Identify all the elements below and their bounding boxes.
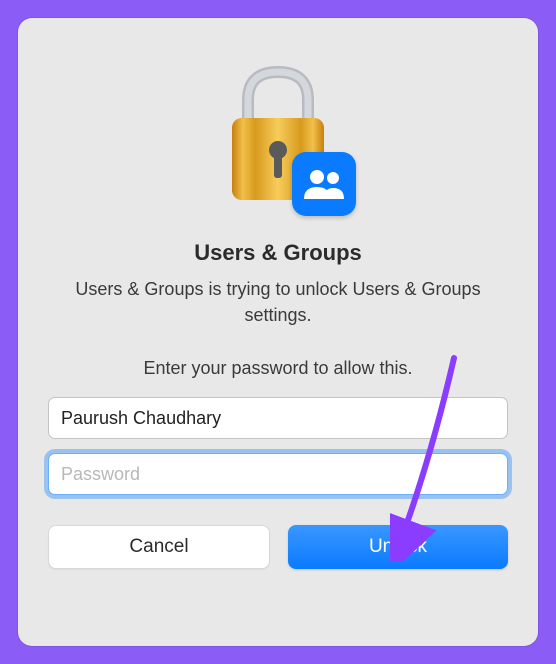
users-icon <box>292 152 356 216</box>
button-row: Cancel Unlock <box>48 525 508 569</box>
dialog-title: Users & Groups <box>194 240 362 266</box>
password-field[interactable] <box>48 453 508 495</box>
lock-icon <box>218 58 338 208</box>
cancel-button[interactable]: Cancel <box>48 525 270 569</box>
dialog-instruction: Enter your password to allow this. <box>143 358 412 379</box>
dialog-subtitle: Users & Groups is trying to unlock Users… <box>48 276 508 328</box>
unlock-button[interactable]: Unlock <box>288 525 508 569</box>
auth-dialog: Users & Groups Users & Groups is trying … <box>18 18 538 646</box>
username-field[interactable] <box>48 397 508 439</box>
